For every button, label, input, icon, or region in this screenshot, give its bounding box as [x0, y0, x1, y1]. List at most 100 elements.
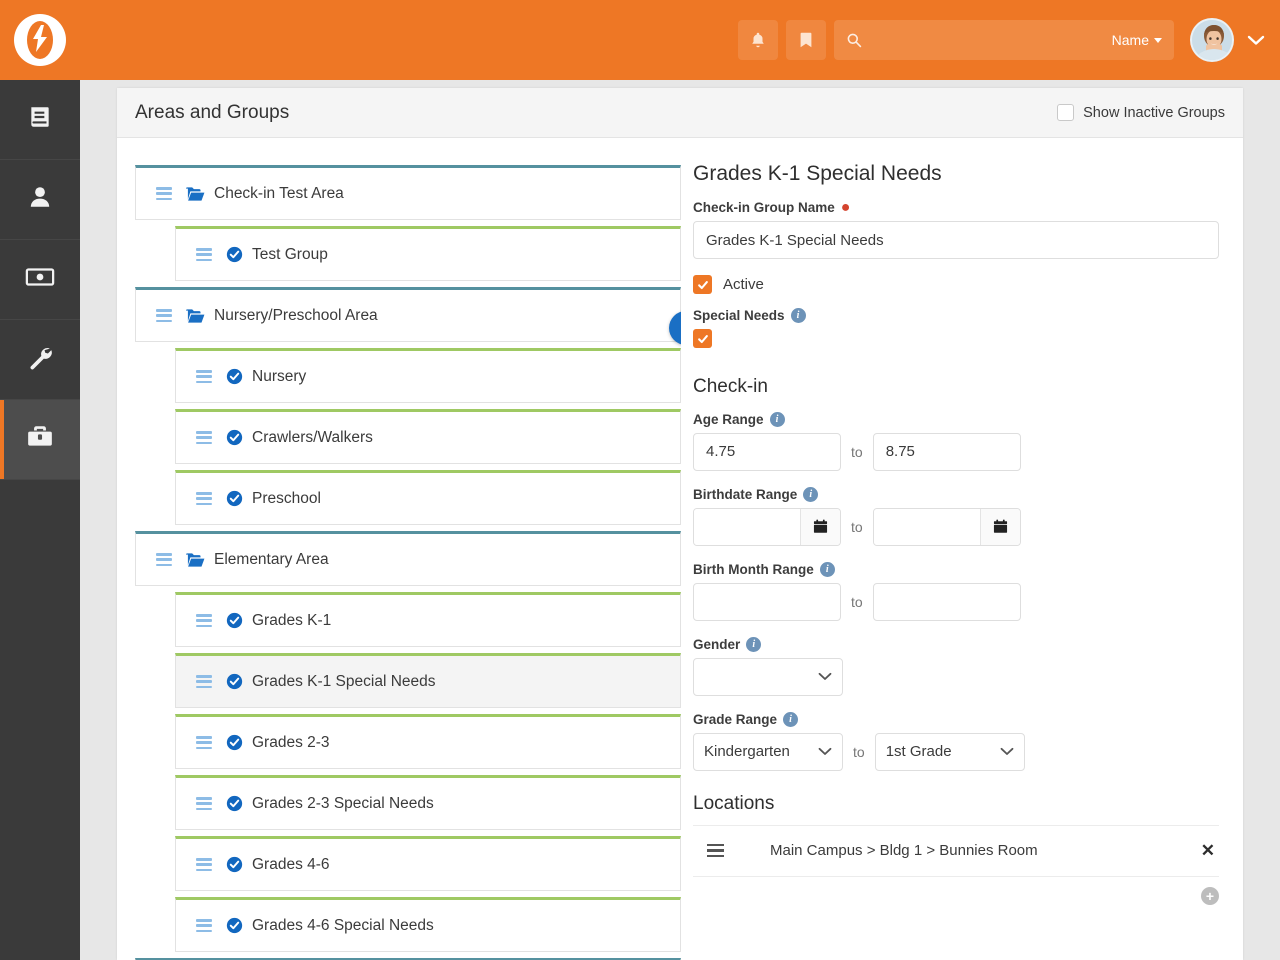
- tree-row-group[interactable]: Grades 4-6: [175, 836, 681, 891]
- page-header: Areas and Groups Show Inactive Groups: [117, 88, 1243, 138]
- special-needs-checkbox[interactable]: [693, 329, 712, 348]
- calendar-icon[interactable]: [800, 508, 840, 545]
- sidebar-item-checkin[interactable]: [0, 400, 80, 480]
- tree-row-group[interactable]: Preschool: [175, 470, 681, 525]
- bell-icon[interactable]: [738, 20, 778, 60]
- chevron-down-icon: [1000, 747, 1014, 756]
- sidebar-item-admin-tools[interactable]: [0, 320, 80, 400]
- locations-title: Locations: [693, 792, 775, 814]
- tree-row-group[interactable]: Crawlers/Walkers: [175, 409, 681, 464]
- drag-handle-icon[interactable]: [196, 736, 212, 749]
- person-icon: [27, 184, 53, 215]
- info-circle-icon[interactable]: i: [803, 486, 819, 502]
- info-circle-icon[interactable]: i: [783, 711, 799, 727]
- birth-month-range-field: Birth Month Range i to: [693, 561, 1219, 621]
- age-range-to-input[interactable]: [872, 432, 1021, 471]
- drag-handle-icon[interactable]: [156, 553, 172, 566]
- plus-circle-icon[interactable]: +: [1201, 886, 1219, 905]
- gender-select[interactable]: [693, 657, 843, 696]
- tree-row-group[interactable]: Grades 2-3 Special Needs: [175, 775, 681, 830]
- book-icon: [27, 104, 53, 135]
- drag-handle-icon[interactable]: [196, 858, 212, 871]
- group-name-input[interactable]: [693, 221, 1219, 259]
- tree-row-group[interactable]: Grades 4-6 Special Needs: [175, 897, 681, 952]
- search-scope-selector[interactable]: Name: [1112, 32, 1162, 48]
- special-needs-label: Special Needs: [693, 308, 785, 323]
- sidebar-item-people[interactable]: [0, 160, 80, 240]
- grade-range-inputs: Kindergarten to 1st Grade: [693, 732, 1219, 771]
- tree-row-label: Grades 2-3: [252, 733, 330, 751]
- active-checkbox-row[interactable]: Active: [693, 275, 1219, 294]
- birthdate-from-group: [693, 507, 841, 546]
- tree-row-group[interactable]: Grades 2-3: [175, 714, 681, 769]
- active-label: Active: [723, 276, 764, 293]
- drag-handle-icon[interactable]: [196, 492, 212, 505]
- close-icon[interactable]: ✕: [1201, 841, 1219, 861]
- active-checkbox[interactable]: [693, 275, 712, 294]
- money-icon: [25, 266, 55, 293]
- drag-handle-icon[interactable]: [196, 919, 212, 932]
- page-body: Check-in Test Area Test Group Nursery/Pr…: [117, 138, 1243, 960]
- page-panel: Areas and Groups Show Inactive Groups Ch…: [117, 88, 1243, 960]
- drag-handle-icon[interactable]: [156, 187, 172, 200]
- chevron-down-icon: [818, 747, 832, 756]
- birthdate-to-input[interactable]: [873, 508, 980, 545]
- bookmark-icon[interactable]: [786, 20, 826, 60]
- tree-row-area[interactable]: Check-in Test Area: [135, 165, 681, 220]
- age-range-label-wrap: Age Range i: [693, 411, 1219, 427]
- drag-handle-icon[interactable]: [196, 797, 212, 810]
- location-row[interactable]: Main Campus > Bldg 1 > Bunnies Room ✕: [693, 824, 1219, 877]
- top-navigation-bar: Name: [0, 0, 1280, 80]
- tree-row-group[interactable]: Grades K-1: [175, 592, 681, 647]
- tree-row-group[interactable]: Nursery: [175, 348, 681, 403]
- calendar-icon[interactable]: [979, 508, 1020, 545]
- grade-to-value: 1st Grade: [885, 743, 952, 760]
- grade-from-value: Kindergarten: [704, 743, 790, 760]
- info-circle-icon[interactable]: i: [790, 308, 806, 323]
- tree-row-label: Check-in Test Area: [214, 184, 344, 202]
- avatar[interactable]: [1190, 18, 1234, 62]
- grade-to-select[interactable]: 1st Grade: [874, 732, 1025, 771]
- info-circle-icon[interactable]: i: [769, 411, 785, 427]
- topbar-actions: Name: [738, 18, 1280, 62]
- checkin-section-title: Check-in: [693, 375, 768, 397]
- age-range-from-input[interactable]: [693, 432, 841, 471]
- range-separator: to: [851, 593, 863, 610]
- gender-label-wrap: Gender i: [693, 636, 1219, 652]
- tree-row-group-selected[interactable]: Grades K-1 Special Needs: [175, 653, 681, 708]
- birthdate-from-input[interactable]: [694, 508, 800, 545]
- main-sidebar: [0, 80, 80, 960]
- grade-from-select[interactable]: Kindergarten: [693, 732, 843, 771]
- global-search[interactable]: Name: [834, 20, 1174, 60]
- tree-row-area[interactable]: Nursery/Preschool Area: [135, 287, 681, 342]
- search-input[interactable]: [862, 20, 1112, 60]
- birthdate-to-group: [872, 507, 1021, 546]
- info-circle-icon[interactable]: i: [746, 636, 762, 652]
- sidebar-item-cms[interactable]: [0, 80, 80, 160]
- rock-rms-logo[interactable]: [14, 14, 66, 66]
- drag-handle-icon[interactable]: [196, 431, 212, 444]
- drag-handle-icon[interactable]: [196, 614, 212, 627]
- grade-range-label-wrap: Grade Range i: [693, 711, 1219, 727]
- show-inactive-groups-toggle[interactable]: Show Inactive Groups: [1057, 104, 1225, 121]
- check-circle-icon: [226, 490, 243, 507]
- info-circle-icon[interactable]: i: [819, 561, 835, 577]
- tree-row-area[interactable]: Elementary Area: [135, 531, 681, 586]
- user-menu-chevron-down-icon[interactable]: [1246, 33, 1266, 47]
- drag-handle-icon[interactable]: [196, 370, 212, 383]
- chevron-down-icon: [1154, 37, 1162, 43]
- drag-handle-icon[interactable]: [156, 309, 172, 322]
- birth-month-to-input[interactable]: [872, 582, 1021, 621]
- age-range-field: Age Range i to: [693, 411, 1219, 471]
- show-inactive-groups-checkbox[interactable]: [1057, 104, 1075, 121]
- drag-handle-icon[interactable]: [707, 844, 724, 857]
- tree-row-group[interactable]: Test Group: [175, 226, 681, 281]
- drag-handle-icon[interactable]: [196, 675, 212, 688]
- birth-month-from-input[interactable]: [693, 582, 841, 621]
- tree-row-label: Grades 4-6 Special Needs: [252, 916, 434, 934]
- group-detail-panel: Grades K-1 Special Needs Check-in Group …: [681, 138, 1243, 960]
- range-separator: to: [851, 518, 863, 535]
- tree-row-label: Grades K-1 Special Needs: [252, 672, 436, 690]
- sidebar-item-finance[interactable]: [0, 240, 80, 320]
- drag-handle-icon[interactable]: [196, 248, 212, 261]
